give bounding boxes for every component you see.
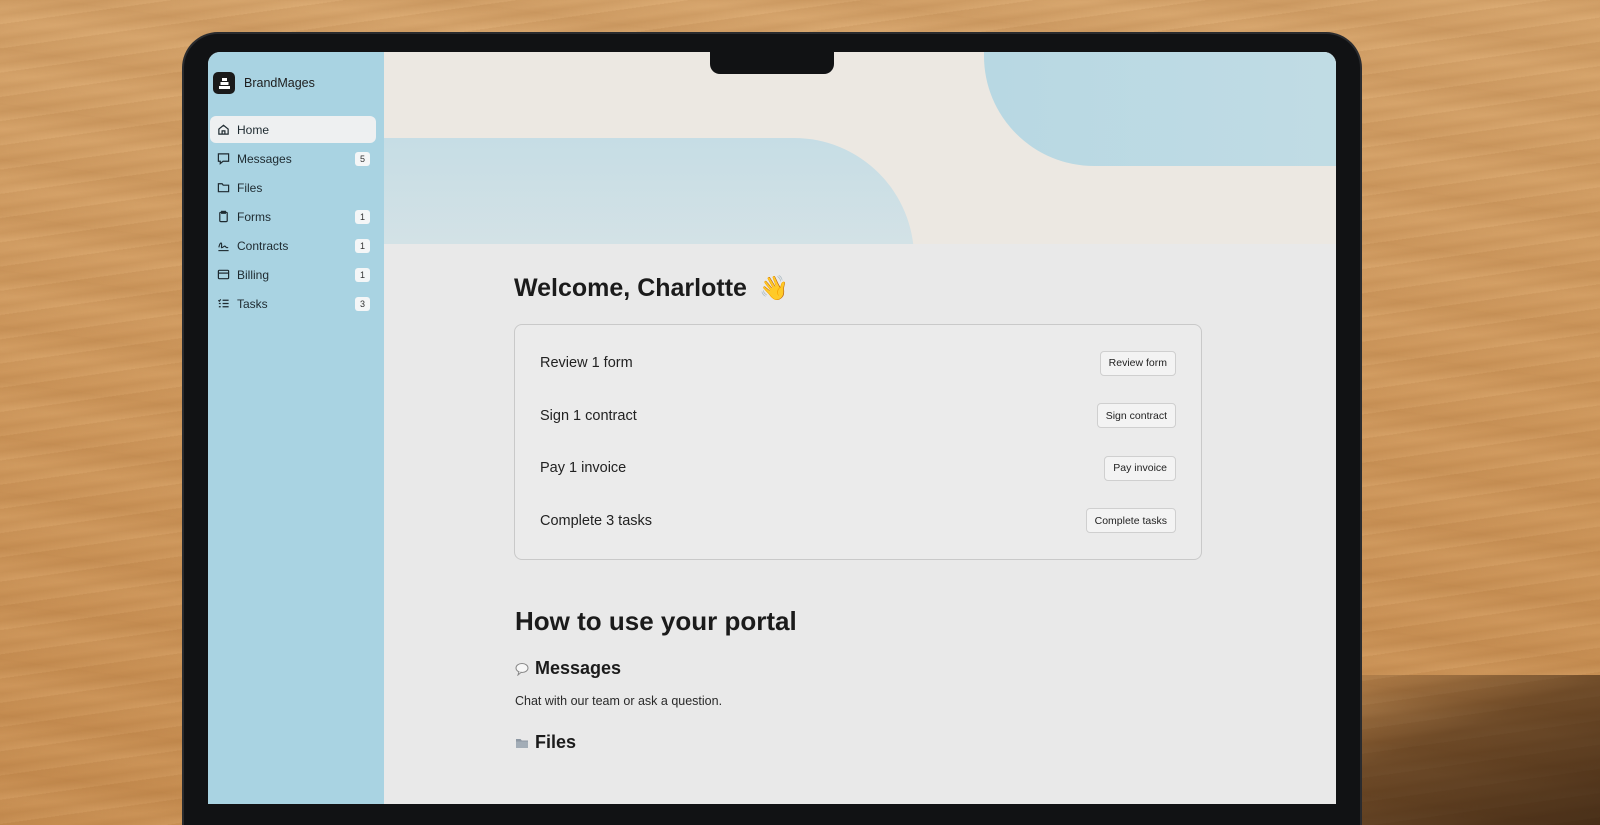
- welcome-text: Welcome, Charlotte: [514, 274, 747, 302]
- main-content: Welcome, Charlotte 👋 Review 1 form Revie…: [384, 244, 1336, 804]
- count-badge: 3: [355, 296, 370, 311]
- complete-tasks-button[interactable]: Complete tasks: [1085, 508, 1176, 534]
- todo-card: Review 1 form Review form Sign 1 contrac…: [514, 324, 1202, 560]
- sidebar-item-messages[interactable]: Messages 5: [210, 145, 376, 172]
- folder-icon: [216, 181, 230, 195]
- messages-section-description: Chat with our team or ask a question.: [515, 694, 723, 708]
- waving-hand-icon: 👋: [758, 275, 789, 302]
- pay-invoice-button[interactable]: Pay invoice: [1104, 455, 1176, 481]
- task-text: Complete 3 tasks: [540, 512, 653, 529]
- sidebar-item-tasks[interactable]: Tasks 3: [210, 290, 376, 317]
- task-text: Pay 1 invoice: [540, 460, 627, 477]
- home-icon: [216, 123, 230, 137]
- sidebar-item-label: Home: [237, 122, 270, 137]
- files-section-heading: Files: [515, 732, 576, 753]
- sign-contract-button[interactable]: Sign contract: [1096, 403, 1176, 429]
- sidebar-item-label: Tasks: [237, 296, 268, 311]
- count-badge: 1: [355, 267, 370, 282]
- laptop-frame: BrandMages Home Messages 5 Files Forms 1…: [184, 34, 1360, 825]
- section-title: Messages: [535, 658, 622, 678]
- sidebar-item-forms[interactable]: Forms 1: [210, 203, 376, 230]
- sidebar-item-label: Contracts: [237, 238, 289, 253]
- section-title: Files: [535, 732, 577, 752]
- sidebar-item-label: Billing: [237, 267, 270, 282]
- howto-heading: How to use your portal: [515, 606, 797, 636]
- count-badge: 5: [355, 151, 370, 166]
- speech-bubble-icon: [515, 662, 529, 676]
- sidebar: BrandMages Home Messages 5 Files Forms 1…: [208, 52, 384, 804]
- task-row: Sign 1 contract Sign contract: [540, 390, 1176, 443]
- task-text: Sign 1 contract: [540, 407, 637, 424]
- task-row: Complete 3 tasks Complete tasks: [540, 495, 1176, 548]
- message-icon: [216, 152, 230, 166]
- sidebar-item-label: Files: [237, 180, 263, 195]
- messages-section-heading: Messages: [515, 658, 621, 679]
- task-row: Pay 1 invoice Pay invoice: [540, 442, 1176, 495]
- sidebar-item-label: Forms: [237, 209, 271, 224]
- review-form-button[interactable]: Review form: [1099, 350, 1176, 376]
- count-badge: 1: [355, 209, 370, 224]
- hero-shape-left: [384, 138, 914, 244]
- brand[interactable]: BrandMages: [208, 52, 384, 98]
- billing-icon: [216, 268, 230, 282]
- file-folder-icon: [515, 736, 529, 750]
- portal-screen: BrandMages Home Messages 5 Files Forms 1…: [208, 52, 1336, 804]
- camera-notch: [710, 34, 834, 74]
- brand-name: BrandMages: [244, 76, 315, 90]
- signature-icon: [216, 239, 230, 253]
- count-badge: 1: [355, 238, 370, 253]
- hero-banner: [384, 52, 1336, 244]
- sidebar-item-label: Messages: [237, 151, 292, 166]
- clipboard-icon: [216, 210, 230, 224]
- task-row: Review 1 form Review form: [540, 337, 1176, 390]
- brand-logo-icon: [213, 72, 235, 94]
- hero-shape-right: [984, 52, 1336, 166]
- task-text: Review 1 form: [540, 355, 633, 372]
- sidebar-item-contracts[interactable]: Contracts 1: [210, 232, 376, 259]
- tasks-icon: [216, 297, 230, 311]
- sidebar-item-billing[interactable]: Billing 1: [210, 261, 376, 288]
- sidebar-item-home[interactable]: Home: [210, 116, 376, 143]
- sidebar-nav: Home Messages 5 Files Forms 1 Contracts …: [208, 116, 384, 317]
- welcome-heading: Welcome, Charlotte 👋: [514, 274, 789, 303]
- sidebar-item-files[interactable]: Files: [210, 174, 376, 201]
